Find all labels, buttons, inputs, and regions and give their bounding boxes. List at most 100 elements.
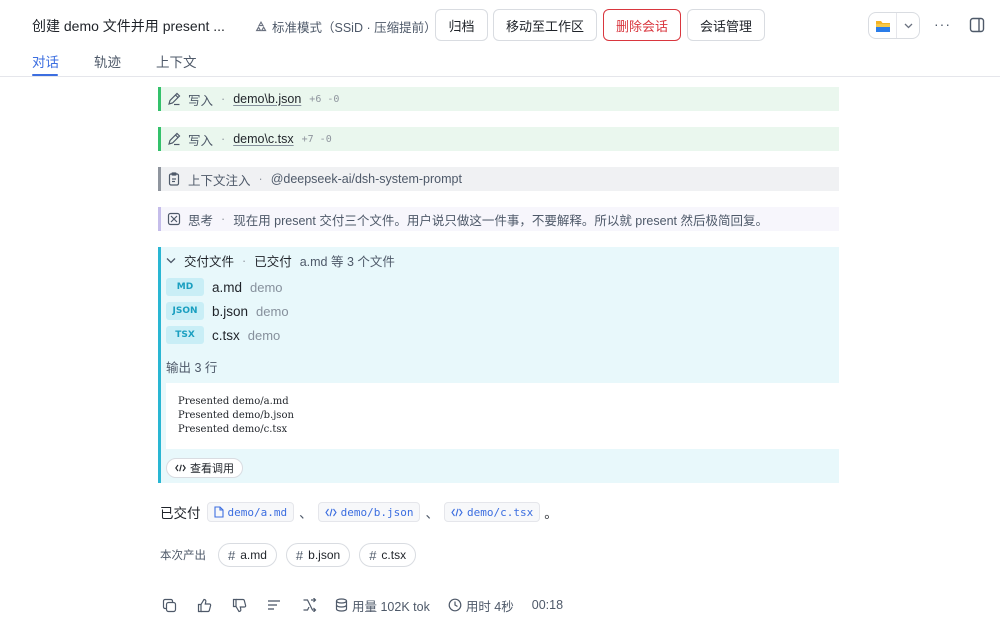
move-to-workspace-button[interactable]: 移动至工作区 bbox=[493, 9, 597, 41]
file-icon bbox=[213, 506, 224, 518]
output-label: 输出 3 行 bbox=[166, 361, 218, 375]
chip-label: demo/a.md bbox=[227, 505, 288, 519]
hash-icon: # bbox=[228, 547, 236, 563]
status-bar bbox=[158, 167, 161, 191]
separator-dot: · bbox=[242, 253, 247, 268]
session-manage-button[interactable]: 会话管理 bbox=[687, 9, 765, 41]
chip-label: demo/c.tsx bbox=[466, 505, 534, 519]
pencil-icon bbox=[167, 132, 181, 146]
context-source: @deepseek-ai/dsh-system-prompt bbox=[270, 172, 462, 186]
file-name[interactable]: b.json bbox=[212, 304, 248, 319]
chip-label: demo/b.json bbox=[340, 505, 414, 519]
deliver-status: 已交付 bbox=[254, 255, 292, 269]
status-bar bbox=[158, 87, 161, 111]
deliver-files-card: 交付文件 · 已交付 a.md 等 3 个文件 MD a.md demo JSO… bbox=[158, 247, 839, 483]
output-line: Presented demo/c.tsx bbox=[178, 424, 288, 435]
tab-trajectory[interactable]: 轨迹 bbox=[94, 51, 121, 71]
separator-dot: · bbox=[221, 132, 226, 146]
mode-label: 标准模式（SSiD · 压缩提前） bbox=[272, 21, 437, 35]
active-tab-indicator bbox=[32, 74, 58, 76]
file-name[interactable]: c.tsx bbox=[212, 328, 240, 343]
produced-tag-a[interactable]: # a.md bbox=[218, 543, 277, 567]
session-title[interactable]: 创建 demo 文件并用 present ... bbox=[32, 16, 225, 36]
tab-conversation[interactable]: 对话 bbox=[32, 51, 59, 71]
usage-value: 用量 102K tok bbox=[352, 599, 430, 614]
sidebar-toggle-icon[interactable] bbox=[969, 17, 985, 33]
chevron-down-icon[interactable] bbox=[166, 257, 176, 264]
code-icon bbox=[451, 508, 463, 517]
duration-stat: 用时 4秒 bbox=[448, 596, 514, 615]
diff-stats: +7 -0 bbox=[301, 133, 332, 145]
file-chip-a[interactable]: demo/a.md bbox=[206, 502, 295, 522]
file-chip-b[interactable]: demo/b.json bbox=[317, 502, 421, 522]
thinking-text: 现在用 present 交付三个文件。用户说只做这一件事，不要解释。所以就 pr… bbox=[233, 213, 768, 228]
file-path-link[interactable]: demo\c.tsx bbox=[233, 132, 293, 146]
output-box: Presented demo/a.md Presented demo/b.jso… bbox=[166, 383, 839, 449]
thumbs-down-icon[interactable] bbox=[230, 596, 248, 614]
code-icon bbox=[324, 508, 337, 517]
tool-action: 思考 bbox=[188, 213, 214, 228]
tag-label: b.json bbox=[308, 548, 341, 562]
chevron-down-icon[interactable] bbox=[897, 23, 919, 29]
status-bar bbox=[158, 207, 161, 231]
open-folder-dropdown[interactable] bbox=[868, 12, 920, 39]
database-icon bbox=[335, 598, 348, 612]
file-dir: demo bbox=[256, 303, 289, 319]
deliver-card-header[interactable]: 交付文件 · 已交付 a.md 等 3 个文件 bbox=[166, 251, 395, 270]
reply-suffix: 。 bbox=[544, 506, 558, 521]
pencil-icon bbox=[167, 92, 181, 106]
tool-row-thinking[interactable]: 思考 · 现在用 present 交付三个文件。用户说只做这一件事，不要解释。所… bbox=[158, 207, 839, 231]
view-call-button[interactable]: 查看调用 bbox=[166, 458, 243, 478]
recycle-icon bbox=[254, 20, 268, 34]
tab-context[interactable]: 上下文 bbox=[156, 51, 197, 71]
separator-dot: · bbox=[221, 212, 226, 226]
mode-indicator[interactable]: 标准模式（SSiD · 压缩提前） bbox=[254, 17, 437, 36]
clock-icon bbox=[448, 598, 462, 612]
produced-label: 本次产出 bbox=[160, 550, 206, 562]
produced-tag-c[interactable]: # c.tsx bbox=[359, 543, 417, 567]
folder-icon[interactable] bbox=[869, 13, 897, 38]
hash-icon: # bbox=[295, 547, 304, 563]
separator: 、 bbox=[299, 506, 313, 521]
more-options-icon[interactable]: ··· bbox=[934, 16, 951, 32]
archive-button[interactable]: 归档 bbox=[435, 9, 488, 41]
tool-row-write-c[interactable]: 写入 · demo\c.tsx +7 -0 bbox=[158, 127, 839, 151]
file-path-link[interactable]: demo\b.json bbox=[233, 92, 301, 106]
file-name[interactable]: a.md bbox=[212, 280, 242, 295]
clipboard-icon bbox=[167, 172, 181, 186]
tag-label: a.md bbox=[240, 548, 267, 562]
separator-dot: · bbox=[258, 172, 263, 186]
file-item-b[interactable]: JSON b.json demo bbox=[166, 302, 289, 320]
view-call-label: 查看调用 bbox=[190, 463, 234, 475]
produced-files: 本次产出 # a.md # b.json # c.tsx bbox=[160, 543, 425, 567]
tool-action: 写入 bbox=[188, 93, 214, 108]
tag-label: c.tsx bbox=[381, 548, 407, 562]
usage-stat: 用量 102K tok bbox=[335, 596, 430, 615]
message-actions: 用量 102K tok 用时 4秒 00:18 bbox=[160, 596, 563, 614]
separator: 、 bbox=[425, 506, 439, 521]
copy-icon[interactable] bbox=[160, 596, 178, 614]
hash-icon: # bbox=[369, 547, 377, 563]
reply-prefix: 已交付 bbox=[160, 506, 201, 521]
produced-tag-b[interactable]: # b.json bbox=[285, 543, 351, 567]
file-chip-c[interactable]: demo/c.tsx bbox=[443, 502, 541, 522]
thinking-icon bbox=[167, 212, 181, 226]
text-lines-icon[interactable] bbox=[265, 596, 283, 614]
duration-value: 用时 4秒 bbox=[465, 599, 514, 614]
timestamp: 00:18 bbox=[531, 598, 564, 612]
assistant-reply: 已交付 demo/a.md 、 demo/b.json 、 demo/c.tsx… bbox=[160, 502, 558, 522]
diff-stats: +6 -0 bbox=[309, 93, 340, 105]
deliver-title: 交付文件 bbox=[184, 255, 235, 269]
file-item-a[interactable]: MD a.md demo bbox=[166, 278, 283, 296]
tool-action: 上下文注入 bbox=[188, 173, 251, 188]
tool-row-write-b[interactable]: 写入 · demo\b.json +6 -0 bbox=[158, 87, 839, 111]
separator-dot: · bbox=[221, 92, 226, 106]
code-icon bbox=[175, 464, 186, 472]
file-item-c[interactable]: TSX c.tsx demo bbox=[166, 326, 280, 344]
branch-icon[interactable] bbox=[300, 596, 318, 614]
thumbs-up-icon[interactable] bbox=[195, 596, 213, 614]
tool-action: 写入 bbox=[188, 133, 214, 148]
output-line: Presented demo/a.md bbox=[178, 396, 289, 407]
tool-row-context-inject[interactable]: 上下文注入 · @deepseek-ai/dsh-system-prompt bbox=[158, 167, 839, 191]
delete-session-button[interactable]: 删除会话 bbox=[603, 9, 681, 41]
